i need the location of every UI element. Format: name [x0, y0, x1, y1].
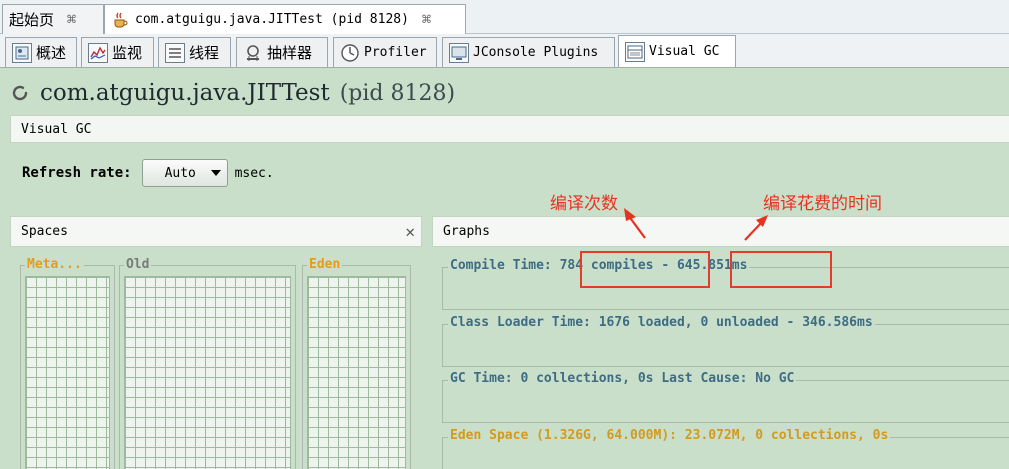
java-cup-icon — [111, 11, 129, 29]
tab-overview-label: 概述 — [36, 44, 67, 62]
close-tab-icon[interactable]: ⌘ — [66, 13, 77, 26]
tab-overview[interactable]: 概述 — [5, 37, 77, 67]
compile-cost-annotation: 编译花费的时间 — [763, 194, 882, 214]
tab-monitor-label: 监视 — [112, 44, 143, 62]
refresh-rate-row: Refresh rate: Auto msec. — [22, 159, 274, 187]
spaces-panel-title: Spaces — [21, 224, 68, 239]
monitor-icon — [88, 42, 108, 63]
tab-jconsole-plugins[interactable]: JConsole Plugins — [442, 37, 615, 67]
loading-spinner-icon — [10, 83, 30, 103]
close-tab-icon[interactable]: ⌘ — [421, 13, 432, 26]
metaspace-grid — [25, 276, 110, 469]
tab-visual-gc[interactable]: Visual GC — [618, 35, 736, 67]
threads-icon — [165, 42, 185, 63]
old-space-label: Old — [124, 257, 152, 272]
refresh-rate-value: Auto — [164, 165, 196, 181]
refresh-rate-select[interactable]: Auto — [141, 159, 228, 187]
tab-sampler[interactable]: 抽样器 — [236, 37, 328, 67]
tab-threads[interactable]: 线程 — [158, 37, 231, 67]
gc-time-title: GC Time: 0 collections, 0s Last Cause: N… — [448, 371, 797, 386]
tab-jconsole-plugins-label: JConsole Plugins — [473, 45, 599, 60]
tab-profiler-label: Profiler — [364, 45, 427, 60]
eden-space-column: Eden — [302, 257, 411, 469]
graphs-panel-title: Graphs — [443, 224, 490, 239]
compile-time-prefix: Compile Time: — [450, 258, 552, 273]
eden-space-grid — [307, 276, 406, 469]
gc-time-graph: GC Time: 0 collections, 0s Last Cause: N… — [442, 371, 1009, 423]
old-space-column: Old — [119, 257, 296, 469]
refresh-rate-unit: msec. — [234, 165, 274, 181]
close-icon[interactable]: ✕ — [405, 222, 415, 241]
chevron-down-icon — [210, 170, 221, 176]
document-tab-bar: 起始页 ⌘ com.atguigu.java.JITTest (pid 8128… — [0, 0, 1009, 34]
visualgc-icon — [625, 41, 645, 62]
graphs-panel-header: Graphs — [432, 216, 1009, 247]
tab-threads-label: 线程 — [189, 44, 220, 62]
app-pid: (pid 8128) — [339, 81, 456, 106]
tab-start-page[interactable]: 起始页 ⌘ — [2, 4, 104, 34]
metaspace-label: Meta... — [25, 257, 84, 272]
app-name: com.atguigu.java.JITTest — [40, 80, 330, 106]
view-tab-bar: 概述 监视 线程 抽样器 Profiler JConsole Plugins V… — [0, 34, 1009, 68]
tab-monitor[interactable]: 监视 — [81, 37, 154, 67]
old-space-grid — [124, 276, 291, 469]
tab-visual-gc-label: Visual GC — [649, 44, 720, 59]
compile-time-highlight — [730, 251, 832, 288]
compile-time-graph: Compile Time: 784 compiles - 645.851ms — [442, 258, 1009, 310]
class-loader-time-title: Class Loader Time: 1676 loaded, 0 unload… — [448, 315, 875, 330]
metaspace-column: Meta... — [20, 257, 115, 469]
jconsole-icon — [449, 42, 469, 63]
tab-sampler-label: 抽样器 — [267, 44, 313, 62]
sampler-icon — [243, 43, 263, 63]
visual-gc-view: com.atguigu.java.JITTest (pid 8128) Visu… — [0, 68, 1009, 469]
tab-jittest[interactable]: com.atguigu.java.JITTest (pid 8128) ⌘ — [104, 4, 466, 34]
page-title: com.atguigu.java.JITTest (pid 8128) — [10, 80, 455, 106]
eden-space-label: Eden — [307, 257, 343, 272]
spaces-panel-header: Spaces ✕ — [10, 216, 422, 247]
overview-icon — [12, 42, 32, 63]
visual-gc-section-bar: Visual GC — [10, 115, 1009, 143]
profiler-icon — [340, 43, 360, 63]
compile-count-highlight — [580, 251, 710, 288]
refresh-rate-label: Refresh rate: — [22, 165, 132, 181]
visual-gc-label: Visual GC — [21, 121, 92, 137]
eden-space-graph-title: Eden Space (1.326G, 64.000M): 23.072M, 0… — [448, 428, 891, 443]
class-loader-time-graph: Class Loader Time: 1676 loaded, 0 unload… — [442, 315, 1009, 367]
tab-jittest-label: com.atguigu.java.JITTest (pid 8128) — [135, 12, 409, 27]
eden-space-graph: Eden Space (1.326G, 64.000M): 23.072M, 0… — [442, 428, 1009, 469]
compile-count-annotation: 编译次数 — [550, 194, 618, 214]
tab-start-page-label: 起始页 — [9, 11, 55, 29]
tab-profiler[interactable]: Profiler — [333, 37, 437, 67]
